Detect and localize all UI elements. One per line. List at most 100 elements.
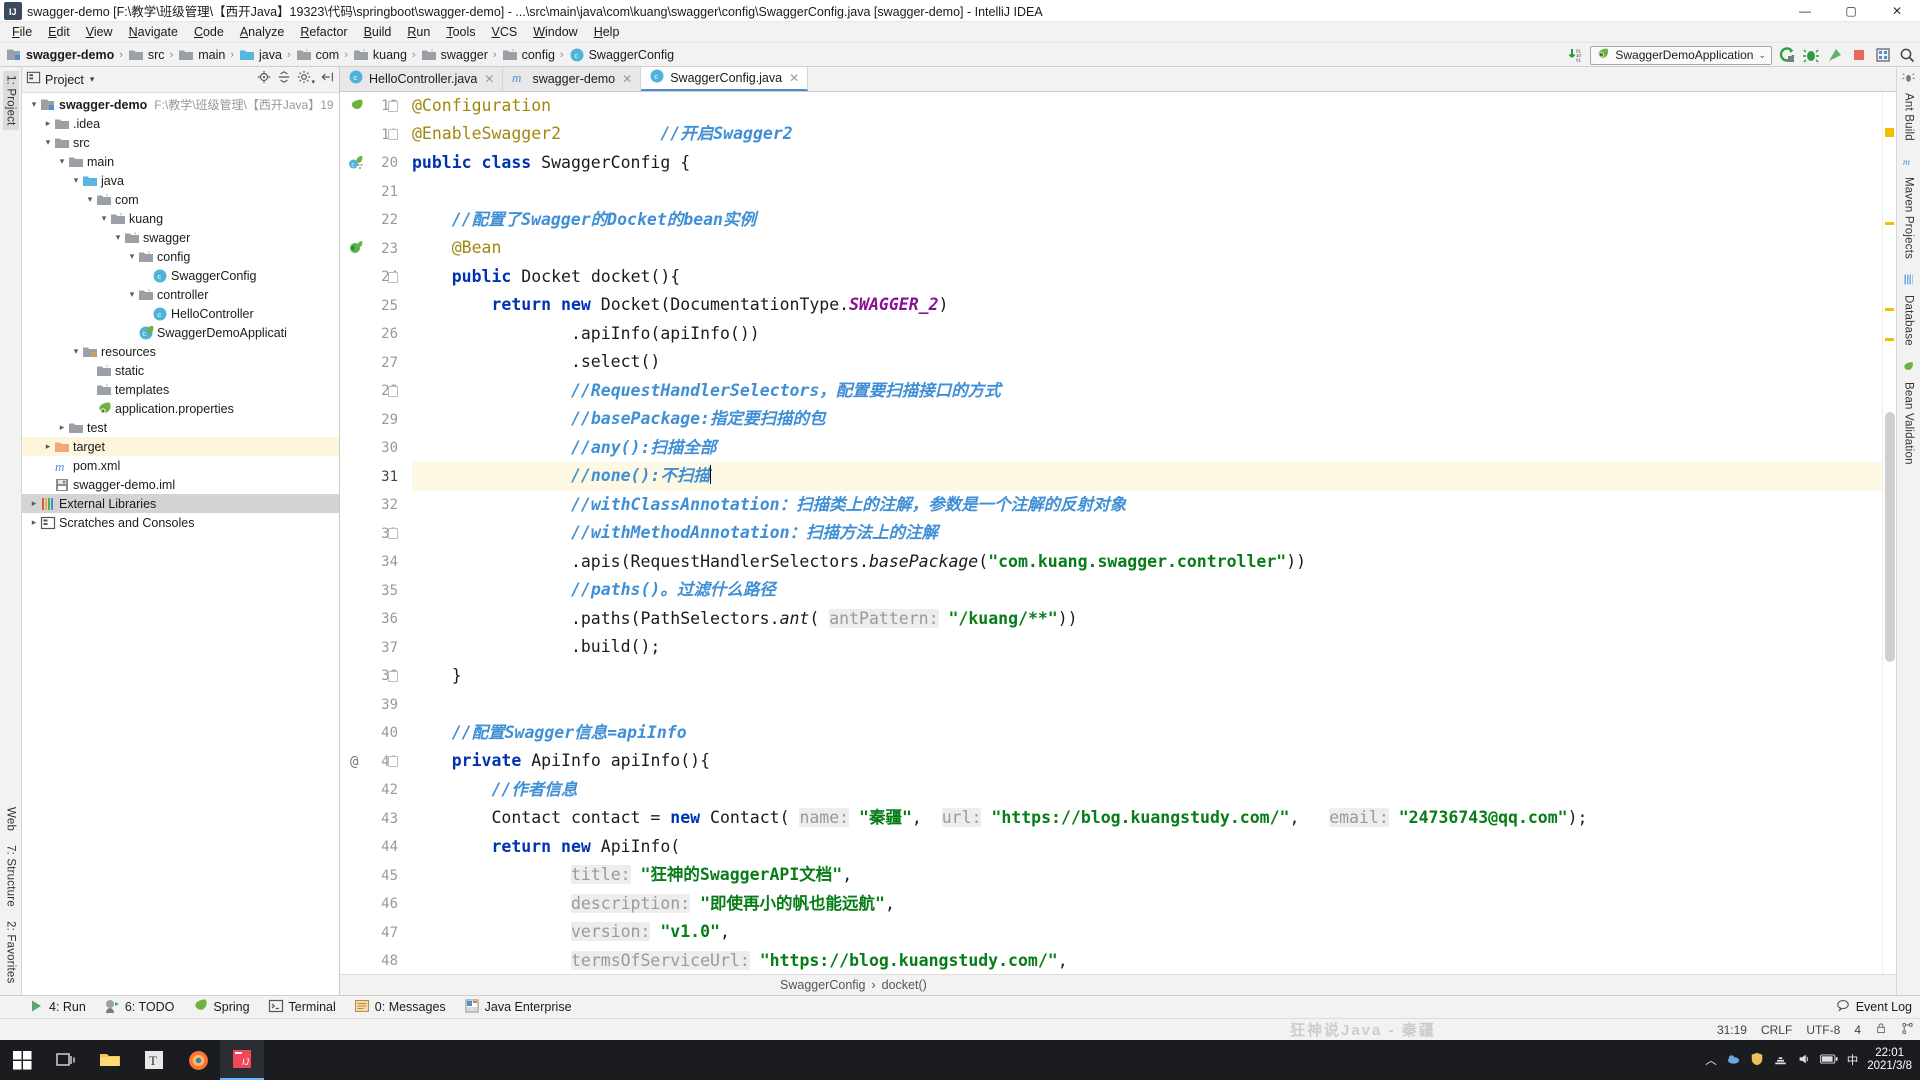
caret-position[interactable]: 31:19: [1717, 1023, 1747, 1037]
code-line-29[interactable]: //basePackage:指定要扫描的包: [412, 405, 1882, 434]
tree-node-target[interactable]: ▸ target: [22, 437, 339, 456]
bean-icon[interactable]: [348, 240, 364, 260]
bottom-tool-java-enterprise[interactable]: Java Enterprise: [464, 998, 572, 1017]
chevron-down-icon[interactable]: ▾: [70, 175, 82, 186]
menu-item-view[interactable]: View: [78, 23, 121, 41]
code-line-21[interactable]: [412, 177, 1882, 206]
tree-node-test[interactable]: ▸ test: [22, 418, 339, 437]
chevron-down-icon[interactable]: ▾: [84, 194, 96, 205]
editor-tab-swagger-demo[interactable]: m swagger-demo ✕: [503, 67, 642, 91]
code-line-22[interactable]: //配置了Swagger的Docket的bean实例: [412, 206, 1882, 235]
code-line-42[interactable]: //作者信息: [412, 776, 1882, 805]
menu-item-navigate[interactable]: Navigate: [121, 23, 186, 41]
fold-marker[interactable]: [388, 385, 398, 397]
minimize-button[interactable]: —: [1782, 0, 1828, 22]
chevron-down-icon[interactable]: ▾: [42, 137, 54, 148]
breadcrumb-method[interactable]: docket(): [882, 978, 927, 992]
tree-node-controller[interactable]: ▾ controller: [22, 285, 339, 304]
typora-icon[interactable]: T: [132, 1040, 176, 1080]
gutter-line-30[interactable]: 30: [340, 434, 406, 463]
navbar-crumb-src[interactable]: src: [128, 47, 165, 63]
ime-indicator[interactable]: 中: [1847, 1052, 1859, 1068]
tree-node-swagger-demo-iml[interactable]: swagger-demo.iml: [22, 475, 339, 494]
run-configuration-selector[interactable]: SwaggerDemoApplication ⌄: [1590, 45, 1772, 65]
chevron-down-icon[interactable]: ▾: [126, 289, 138, 300]
spring-bean-icon[interactable]: [348, 98, 364, 118]
tree-node-java[interactable]: ▾ java: [22, 171, 339, 190]
code-line-23[interactable]: @Bean: [412, 234, 1882, 263]
gutter-line-23[interactable]: 23: [340, 234, 406, 263]
chevron-right-icon[interactable]: ▸: [28, 517, 40, 528]
chevron-down-icon[interactable]: ▾: [28, 99, 40, 110]
file-explorer-icon[interactable]: [88, 1040, 132, 1080]
tree-node-config[interactable]: ▾ config: [22, 247, 339, 266]
build-icon[interactable]: 01 10 01: [1566, 46, 1584, 64]
chevron-right-icon[interactable]: ▸: [56, 422, 68, 433]
tree-node-pom-xml[interactable]: m pom.xml: [22, 456, 339, 475]
tree-node-src[interactable]: ▾ src: [22, 133, 339, 152]
gutter-line-36[interactable]: 36: [340, 605, 406, 634]
chevron-up-icon[interactable]: ︿: [1705, 1052, 1717, 1068]
tree-node-swaggerdemoapplicati[interactable]: c SwaggerDemoApplicati: [22, 323, 339, 342]
gutter-line-41[interactable]: @41: [340, 747, 406, 776]
code-line-46[interactable]: description: "即使再小的帆也能远航",: [412, 890, 1882, 919]
tree-node-main[interactable]: ▾ main: [22, 152, 339, 171]
taskbar-clock[interactable]: 22:01 2021/3/8: [1867, 1047, 1912, 1073]
code-line-39[interactable]: [412, 690, 1882, 719]
git-branch-icon[interactable]: [1901, 1022, 1914, 1038]
navbar-crumb-main[interactable]: main: [178, 47, 225, 63]
menu-item-refactor[interactable]: Refactor: [292, 23, 355, 41]
line-separator[interactable]: CRLF: [1761, 1023, 1792, 1037]
tree-node-external-libraries[interactable]: ▸ External Libraries: [22, 494, 339, 513]
battery-icon[interactable]: [1819, 1053, 1838, 1068]
chevron-down-icon[interactable]: ▾: [70, 346, 82, 357]
vertical-scrollbar[interactable]: [1885, 411, 1895, 662]
shield-icon[interactable]: [1750, 1052, 1764, 1069]
gutter-line-18[interactable]: 18: [340, 92, 406, 121]
code-line-25[interactable]: return new Docket(DocumentationType.SWAG…: [412, 291, 1882, 320]
maximize-button[interactable]: ▢: [1828, 0, 1874, 22]
code-line-19[interactable]: @EnableSwagger2 //开启Swagger2: [412, 120, 1882, 149]
windows-start-icon[interactable]: [0, 1040, 44, 1080]
navbar-crumb-com[interactable]: com: [296, 47, 339, 63]
chevron-down-icon[interactable]: ▾: [98, 213, 110, 224]
menu-item-tools[interactable]: Tools: [438, 23, 483, 41]
gutter-line-29[interactable]: 29: [340, 405, 406, 434]
bottom-tool-spring[interactable]: Spring: [192, 998, 250, 1017]
gutter-line-39[interactable]: 39: [340, 690, 406, 719]
gutter-line-35[interactable]: 35: [340, 576, 406, 605]
fold-marker[interactable]: [388, 271, 398, 283]
gutter-line-31[interactable]: 31: [340, 462, 406, 491]
editor-viewport[interactable]: 1819 c 20 21 22 23 24 25 26 27 28 29 30 31 32 33 34 35 36 3…: [340, 91, 1896, 975]
file-encoding[interactable]: UTF-8: [1806, 1023, 1840, 1037]
editor-tab-hellocontroller-java[interactable]: c HelloController.java ✕: [340, 67, 504, 91]
chevron-right-icon[interactable]: ▸: [28, 498, 40, 509]
gutter-line-33[interactable]: 33: [340, 519, 406, 548]
gutter-line-46[interactable]: 46: [340, 890, 406, 919]
speaker-icon[interactable]: [1797, 1052, 1811, 1069]
tree-node-swaggerconfig[interactable]: c SwaggerConfig: [22, 266, 339, 285]
code-line-27[interactable]: .select(): [412, 348, 1882, 377]
gutter-line-42[interactable]: 42: [340, 776, 406, 805]
code-line-32[interactable]: //withClassAnnotation：扫描类上的注解，参数是一个注解的反射…: [412, 491, 1882, 520]
menu-item-analyze[interactable]: Analyze: [232, 23, 292, 41]
gutter-line-25[interactable]: 25: [340, 291, 406, 320]
fold-marker[interactable]: [388, 129, 398, 141]
menu-item-build[interactable]: Build: [356, 23, 400, 41]
locate-icon[interactable]: [257, 70, 271, 89]
marker-warning[interactable]: [1885, 127, 1894, 137]
chevron-down-icon[interactable]: ▾: [126, 251, 138, 262]
chevron-down-icon[interactable]: ▾: [112, 232, 124, 243]
collapse-all-icon[interactable]: [277, 70, 291, 89]
code-line-30[interactable]: //any():扫描全部: [412, 434, 1882, 463]
navbar-crumb-config[interactable]: config: [502, 47, 555, 63]
network-icon[interactable]: [1773, 1052, 1788, 1069]
editor-tab-swaggerconfig-java[interactable]: c SwaggerConfig.java ✕: [641, 67, 809, 91]
tree-node-templates[interactable]: templates: [22, 380, 339, 399]
code-line-18[interactable]: @Configuration: [412, 92, 1882, 121]
code-line-20[interactable]: public class SwaggerConfig {: [412, 149, 1882, 178]
editor-code[interactable]: @Configuration @EnableSwagger2 //开启Swagge…: [406, 92, 1882, 974]
navbar-crumb-swagger-demo[interactable]: swagger-demo: [6, 47, 114, 63]
gutter-line-19[interactable]: 19: [340, 120, 406, 149]
gutter-line-48[interactable]: 48: [340, 947, 406, 974]
